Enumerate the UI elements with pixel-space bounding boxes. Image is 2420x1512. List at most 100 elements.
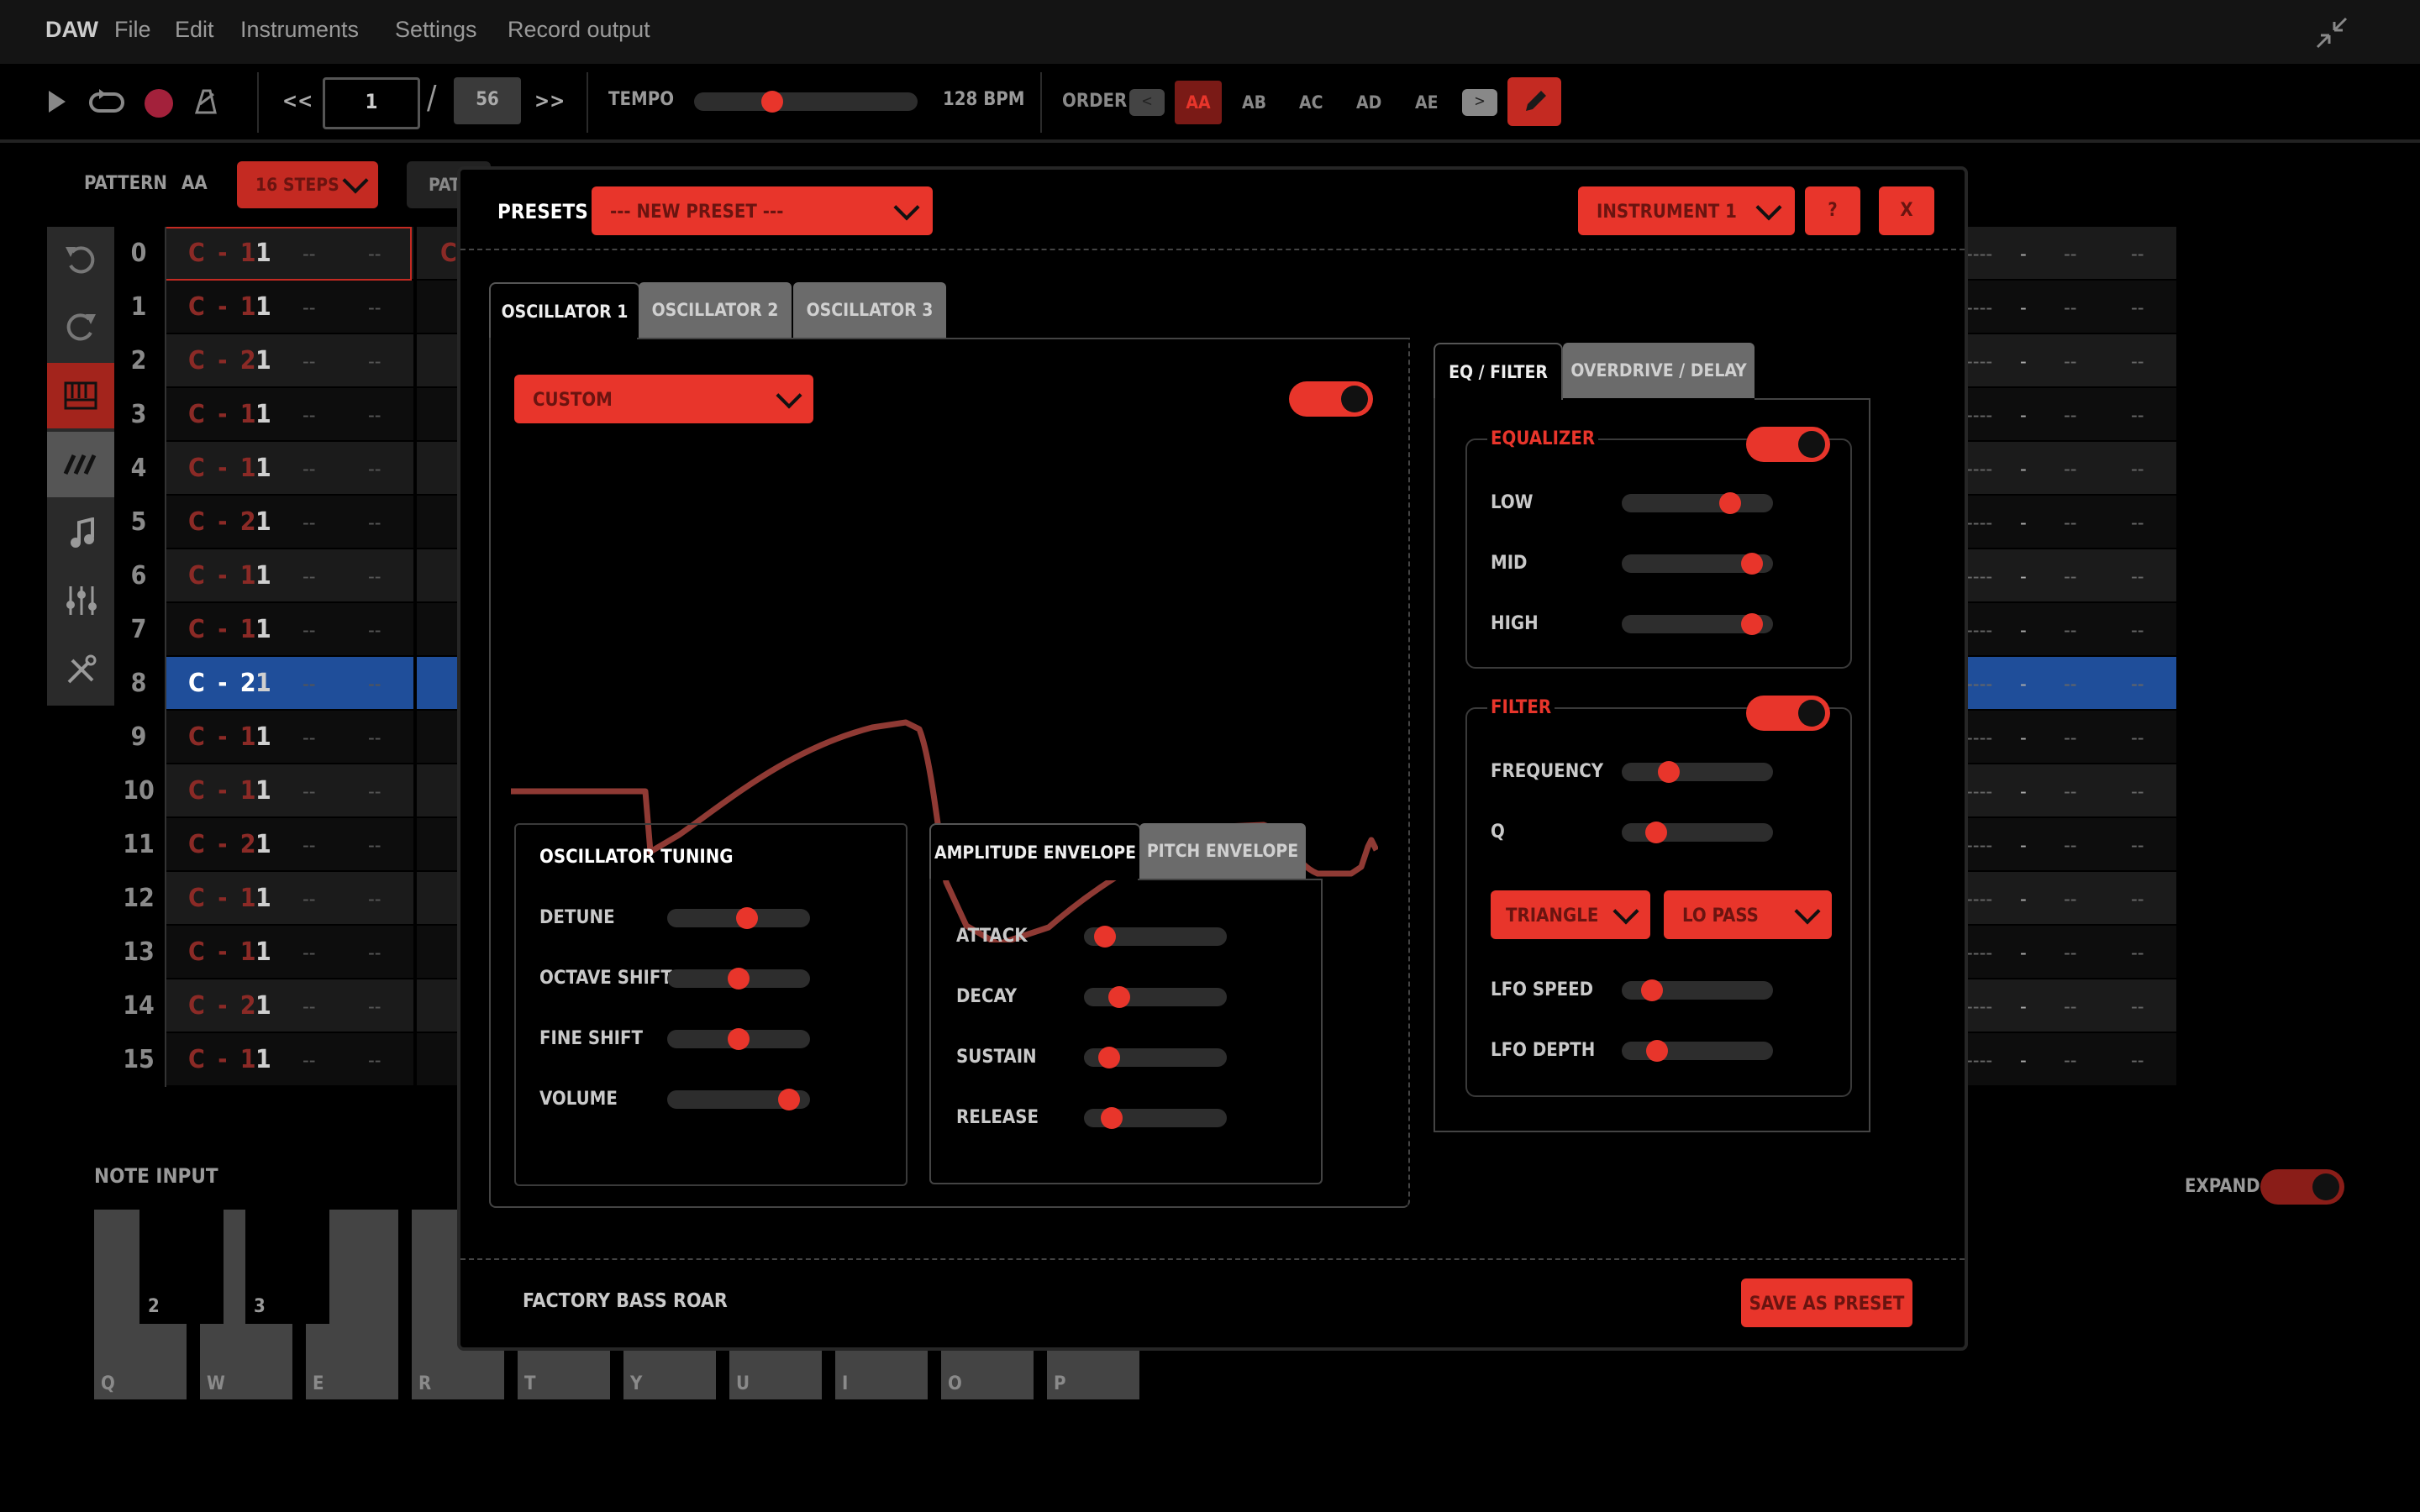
row-note[interactable]: C - 1 — [188, 776, 259, 806]
row-empty-c[interactable]: -- — [2131, 296, 2144, 319]
low-slider[interactable] — [1622, 494, 1773, 512]
lfo-speed-slider-knob[interactable] — [1641, 979, 1664, 1001]
row-note[interactable]: C - 1 — [188, 1045, 259, 1074]
row-effect-value[interactable]: ---- — [1966, 726, 1992, 749]
row-note[interactable]: C - 2 — [188, 346, 259, 375]
waveform-dropdown[interactable]: CUSTOM — [514, 375, 813, 423]
mid-slider-knob[interactable] — [1740, 553, 1763, 575]
row-empty-c[interactable]: -- — [2131, 833, 2144, 857]
row-instrument[interactable]: 1 — [255, 991, 271, 1021]
tab-oscillator-1[interactable]: OSCILLATOR 1 — [489, 282, 640, 339]
row-note[interactable]: C - 1 — [188, 937, 259, 967]
instrument-dropdown[interactable]: INSTRUMENT 1 — [1578, 186, 1795, 235]
row-effect-value[interactable]: ---- — [1966, 995, 1992, 1018]
metronome-icon[interactable] — [192, 87, 217, 116]
row-instrument[interactable]: 1 — [255, 292, 271, 322]
row-empty-b[interactable]: -- — [2064, 403, 2077, 427]
row-effect-value[interactable]: ---- — [1966, 833, 1992, 857]
row-empty-c[interactable]: -- — [2131, 349, 2144, 373]
row-empty-c[interactable]: -- — [2131, 941, 2144, 964]
menu-instruments[interactable]: Instruments — [240, 17, 359, 43]
piano-key-i[interactable]: I — [835, 1342, 928, 1399]
row-empty-a[interactable]: - — [2020, 726, 2027, 749]
oscillator-enable-toggle[interactable] — [1289, 381, 1373, 417]
edit-mode-button[interactable] — [1507, 77, 1561, 126]
row-effect-value[interactable]: ---- — [1966, 672, 1992, 696]
row-volume[interactable]: -- — [302, 995, 316, 1018]
row-instrument[interactable]: 1 — [255, 1045, 271, 1074]
row-note[interactable]: C - 1 — [188, 884, 259, 913]
row-empty-b[interactable]: -- — [2064, 349, 2077, 373]
row-empty-c[interactable]: -- — [2131, 995, 2144, 1018]
row-instrument[interactable]: 1 — [255, 884, 271, 913]
row-volume[interactable]: -- — [302, 833, 316, 857]
prev-pattern-button[interactable]: << — [282, 89, 313, 113]
row-effect-value[interactable]: ---- — [1966, 564, 1992, 588]
row-volume[interactable]: -- — [302, 403, 316, 427]
order-item-ab[interactable]: AB — [1242, 92, 1266, 113]
high-slider-knob[interactable] — [1740, 613, 1763, 635]
row-empty-a[interactable]: - — [2020, 242, 2027, 265]
lfo-shape-dropdown[interactable]: TRIANGLE — [1491, 890, 1650, 939]
row-empty-a[interactable]: - — [2020, 564, 2027, 588]
piano-roll-tab[interactable] — [47, 363, 114, 428]
row-empty-c[interactable]: -- — [2131, 1048, 2144, 1072]
row-volume[interactable]: -- — [302, 780, 316, 803]
row-volume[interactable]: -- — [302, 941, 316, 964]
row-effect[interactable]: -- — [368, 887, 381, 911]
release-slider-knob[interactable] — [1101, 1107, 1123, 1129]
row-volume[interactable]: -- — [302, 672, 316, 696]
row-effect[interactable]: -- — [368, 403, 381, 427]
row-empty-b[interactable]: -- — [2064, 1048, 2077, 1072]
row-instrument[interactable]: 1 — [255, 561, 271, 591]
row-note[interactable]: C - 2 — [188, 507, 259, 537]
redo-icon[interactable] — [60, 307, 101, 344]
row-empty-a[interactable]: - — [2020, 672, 2027, 696]
fine-shift-slider-knob[interactable] — [728, 1028, 750, 1050]
filter-toggle[interactable] — [1746, 696, 1830, 731]
decay-slider[interactable] — [1084, 988, 1227, 1006]
piano-key-u[interactable]: U — [729, 1342, 822, 1399]
row-empty-c[interactable]: -- — [2131, 887, 2144, 911]
row-empty-a[interactable]: - — [2020, 457, 2027, 480]
row-empty-a[interactable]: - — [2020, 349, 2027, 373]
row-instrument[interactable]: 1 — [255, 937, 271, 967]
order-forward-button[interactable]: > — [1462, 89, 1497, 116]
row-volume[interactable]: -- — [302, 618, 316, 642]
row-empty-b[interactable]: -- — [2064, 511, 2077, 534]
row-effect[interactable]: -- — [368, 726, 381, 749]
row-instrument[interactable]: 1 — [255, 346, 271, 375]
tab-amplitude-envelope[interactable]: AMPLITUDE ENVELOPE — [929, 823, 1141, 880]
order-item-ae[interactable]: AE — [1415, 92, 1439, 113]
menu-record-output[interactable]: Record output — [508, 17, 650, 43]
row-note[interactable]: C - 2 — [188, 991, 259, 1021]
row-empty-b[interactable]: -- — [2064, 726, 2077, 749]
row-empty-a[interactable]: - — [2020, 1048, 2027, 1072]
row-empty-a[interactable]: - — [2020, 995, 2027, 1018]
octave-shift-slider-knob[interactable] — [728, 968, 750, 990]
position-input[interactable]: 1 — [323, 77, 420, 129]
row-note[interactable]: C - 1 — [188, 292, 259, 322]
tempo-slider-knob[interactable] — [761, 91, 783, 113]
row-volume[interactable]: -- — [302, 511, 316, 534]
close-button[interactable]: X — [1879, 186, 1934, 235]
row-empty-b[interactable]: -- — [2064, 941, 2077, 964]
row-empty-b[interactable]: -- — [2064, 618, 2077, 642]
tools-tab[interactable] — [47, 637, 114, 702]
row-empty-b[interactable]: -- — [2064, 887, 2077, 911]
order-item-ad[interactable]: AD — [1356, 92, 1381, 113]
row-note[interactable]: C - 1 — [188, 454, 259, 483]
tab-overdrive-delay[interactable]: OVERDRIVE / DELAY — [1563, 343, 1754, 398]
tab-oscillator-2[interactable]: OSCILLATOR 2 — [639, 282, 792, 338]
row-effect-value[interactable]: ---- — [1966, 887, 1992, 911]
order-item-aa[interactable]: AA — [1175, 81, 1222, 124]
attack-slider-knob[interactable] — [1093, 926, 1116, 948]
row-empty-c[interactable]: -- — [2131, 242, 2144, 265]
order-back-button[interactable]: < — [1129, 89, 1165, 116]
row-effect[interactable]: -- — [368, 1048, 381, 1072]
row-effect[interactable]: -- — [368, 564, 381, 588]
q-slider-knob[interactable] — [1644, 822, 1667, 843]
row-empty-b[interactable]: -- — [2064, 242, 2077, 265]
row-volume[interactable]: -- — [302, 296, 316, 319]
expand-toggle[interactable] — [2260, 1169, 2344, 1205]
